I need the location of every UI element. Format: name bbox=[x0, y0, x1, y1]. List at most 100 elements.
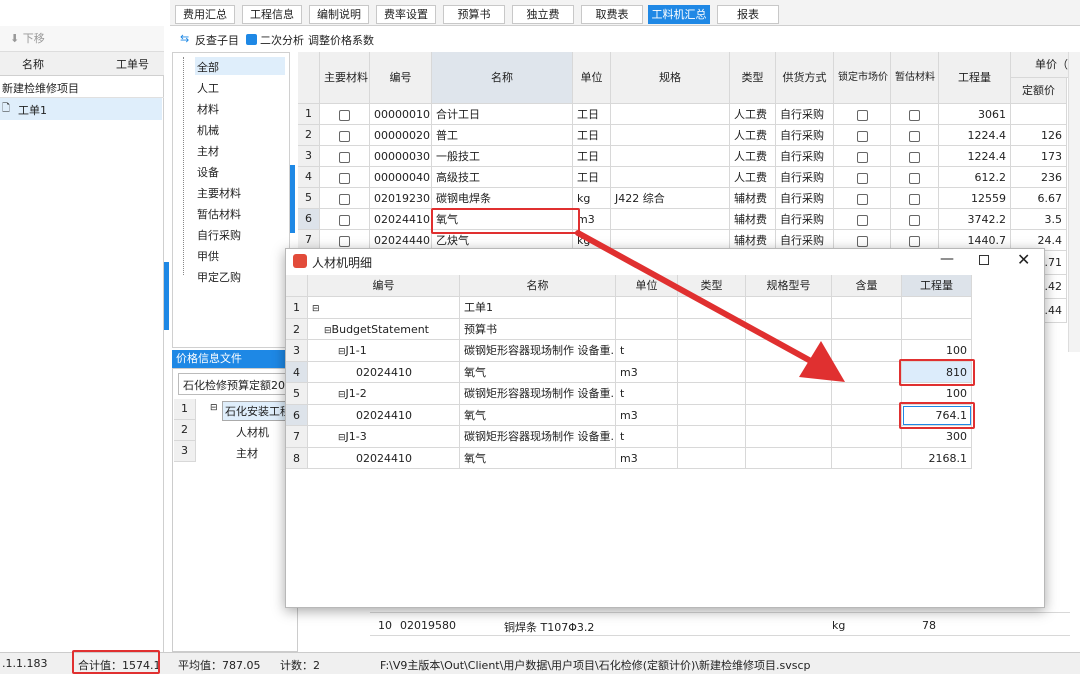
dlg-name-cell[interactable]: 氧气 bbox=[460, 447, 616, 469]
type-item[interactable]: 机械 bbox=[197, 122, 219, 138]
quantity-cell[interactable]: 3061 bbox=[939, 104, 1011, 125]
spec-cell[interactable] bbox=[611, 167, 730, 188]
unit-cell[interactable]: 工日 bbox=[573, 104, 611, 125]
dlg-code-cell[interactable]: ⊟BudgetStatement bbox=[308, 318, 460, 340]
name-cell[interactable]: 合计工日 bbox=[432, 104, 573, 125]
code-cell[interactable]: 00000010 bbox=[370, 104, 432, 125]
type-cell[interactable]: 人工费 bbox=[730, 104, 776, 125]
price-cell[interactable] bbox=[1011, 104, 1067, 125]
tab-fee-summary[interactable]: 费用汇总 bbox=[175, 5, 235, 24]
quantity-cell[interactable]: 1224.4 bbox=[939, 146, 1011, 167]
temp-material-checkbox[interactable] bbox=[909, 151, 920, 163]
temp-material-cell[interactable] bbox=[891, 188, 939, 209]
price-cell[interactable]: 173 bbox=[1011, 146, 1067, 167]
lock-price-cell[interactable] bbox=[834, 146, 891, 167]
main-material-cell[interactable] bbox=[320, 209, 370, 230]
dlg-code-cell[interactable]: ⊟J1-1 bbox=[308, 340, 460, 362]
temp-material-cell[interactable] bbox=[891, 146, 939, 167]
quantity-cell[interactable]: 12559 bbox=[939, 188, 1011, 209]
type-item[interactable]: 人工 bbox=[197, 80, 219, 96]
supply-cell[interactable]: 自行采购 bbox=[776, 167, 834, 188]
dlg-name-cell[interactable]: 氧气 bbox=[460, 404, 616, 426]
temp-material-checkbox[interactable] bbox=[909, 235, 920, 247]
spec-cell[interactable] bbox=[611, 104, 730, 125]
collapse-icon[interactable]: ⊟ bbox=[338, 347, 346, 357]
temp-material-cell[interactable] bbox=[891, 125, 939, 146]
dlg-content-cell[interactable] bbox=[832, 426, 902, 448]
splitter-handle[interactable] bbox=[290, 165, 295, 233]
type-cell[interactable]: 人工费 bbox=[730, 125, 776, 146]
main-material-checkbox[interactable] bbox=[339, 109, 350, 121]
dlg-code-cell[interactable]: 02024410 bbox=[308, 447, 460, 469]
main-material-cell[interactable] bbox=[320, 146, 370, 167]
price-tree-root[interactable]: 石化安装工程 bbox=[222, 401, 294, 421]
lock-price-checkbox[interactable] bbox=[856, 172, 868, 184]
dlg-type-cell[interactable] bbox=[678, 404, 746, 426]
code-cell[interactable]: 00000030 bbox=[370, 146, 432, 167]
tab-independent-fee[interactable]: 独立费 bbox=[512, 5, 574, 24]
temp-material-checkbox[interactable] bbox=[909, 172, 920, 184]
quantity-cell[interactable]: 3742.2 bbox=[939, 209, 1011, 230]
collapse-icon[interactable]: ⊟ bbox=[338, 433, 346, 443]
price-cell[interactable]: 6.67 bbox=[1011, 188, 1067, 209]
temp-material-cell[interactable] bbox=[891, 167, 939, 188]
collapse-icon[interactable]: ⊟ bbox=[210, 403, 218, 413]
supply-cell[interactable]: 自行采购 bbox=[776, 125, 834, 146]
tab-fee-table[interactable]: 取费表 bbox=[581, 5, 643, 24]
dlg-spec-cell[interactable] bbox=[746, 404, 832, 426]
lock-price-checkbox[interactable] bbox=[856, 151, 868, 163]
code-cell[interactable]: 02019580 bbox=[400, 619, 456, 632]
tab-budget[interactable]: 预算书 bbox=[443, 5, 505, 24]
temp-material-checkbox[interactable] bbox=[909, 109, 920, 121]
grid-row-10[interactable]: 10 02019580 铜焊条 T107Φ3.2 kg 78 bbox=[370, 612, 1070, 636]
price-cell[interactable]: 126 bbox=[1011, 125, 1067, 146]
lock-price-cell[interactable] bbox=[834, 188, 891, 209]
tab-project-info[interactable]: 工程信息 bbox=[242, 5, 302, 24]
main-material-checkbox[interactable] bbox=[339, 172, 350, 184]
dlg-unit-cell[interactable]: m3 bbox=[616, 447, 678, 469]
price-cell[interactable]: 236 bbox=[1011, 167, 1067, 188]
dlg-unit-cell[interactable]: m3 bbox=[616, 404, 678, 426]
spec-cell[interactable] bbox=[611, 125, 730, 146]
supply-cell[interactable]: 自行采购 bbox=[776, 188, 834, 209]
name-cell[interactable]: 普工 bbox=[432, 125, 573, 146]
dlg-type-cell[interactable] bbox=[678, 447, 746, 469]
main-material-checkbox[interactable] bbox=[339, 151, 350, 163]
minimize-icon[interactable]: — bbox=[940, 251, 954, 267]
reverse-check-button[interactable]: 反查子目 bbox=[195, 32, 239, 48]
tab-description[interactable]: 编制说明 bbox=[309, 5, 369, 24]
supply-cell[interactable]: 自行采购 bbox=[776, 104, 834, 125]
code-cell[interactable]: 02019230 bbox=[370, 188, 432, 209]
type-item[interactable]: 甲供 bbox=[197, 248, 219, 264]
type-cell[interactable]: 人工费 bbox=[730, 146, 776, 167]
tab-material-summary[interactable]: 工料机汇总 bbox=[648, 5, 710, 24]
unit-cell[interactable]: 工日 bbox=[573, 146, 611, 167]
quantity-cell[interactable]: 1224.4 bbox=[939, 125, 1011, 146]
unit-cell[interactable]: kg bbox=[573, 188, 611, 209]
move-down-button[interactable]: ⬇ 下移 bbox=[10, 30, 45, 46]
dlg-code-cell[interactable]: 02024410 bbox=[308, 361, 460, 383]
lock-price-cell[interactable] bbox=[834, 125, 891, 146]
dlg-code-cell[interactable]: 02024410 bbox=[308, 404, 460, 426]
dlg-qty-cell[interactable] bbox=[902, 318, 972, 340]
dlg-code-cell[interactable]: ⊟J1-2 bbox=[308, 383, 460, 405]
temp-material-checkbox[interactable] bbox=[909, 193, 920, 205]
spec-cell[interactable] bbox=[611, 146, 730, 167]
code-cell[interactable]: 02024410 bbox=[370, 209, 432, 230]
main-material-checkbox[interactable] bbox=[339, 193, 350, 205]
grid-scrollbar[interactable] bbox=[1068, 52, 1080, 352]
collapse-icon[interactable]: ⊟ bbox=[312, 304, 320, 314]
dlg-unit-cell[interactable]: t bbox=[616, 426, 678, 448]
close-icon[interactable]: ✕ bbox=[1017, 250, 1030, 269]
dlg-spec-cell[interactable] bbox=[746, 447, 832, 469]
dlg-qty-cell[interactable] bbox=[902, 297, 972, 319]
dlg-qty-cell[interactable]: 2168.1 bbox=[902, 447, 972, 469]
type-item[interactable]: 设备 bbox=[197, 164, 219, 180]
temp-material-cell[interactable] bbox=[891, 209, 939, 230]
type-item[interactable]: 主材 bbox=[197, 143, 219, 159]
dlg-code-cell[interactable]: ⊟J1-3 bbox=[308, 426, 460, 448]
name-cell[interactable]: 高级技工 bbox=[432, 167, 573, 188]
main-material-cell[interactable] bbox=[320, 125, 370, 146]
type-cell[interactable]: 人工费 bbox=[730, 167, 776, 188]
price-cell[interactable]: 3.5 bbox=[1011, 209, 1067, 230]
